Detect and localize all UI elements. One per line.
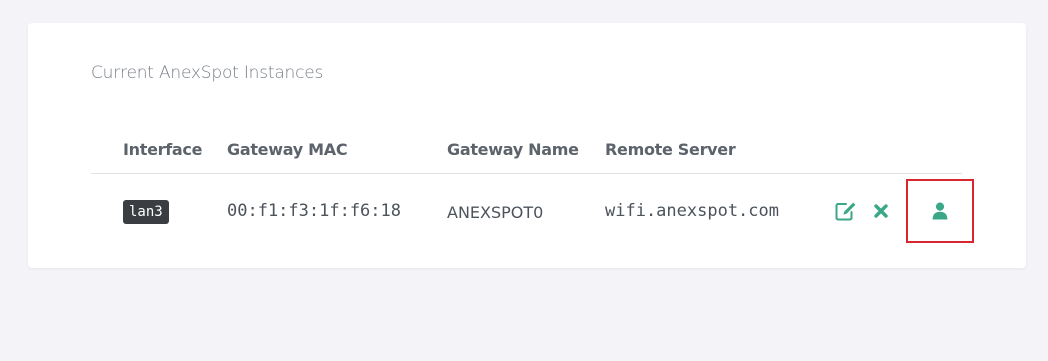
column-header-gateway-mac: Gateway MAC	[227, 140, 348, 159]
column-header-remote-server: Remote Server	[605, 140, 736, 159]
instances-panel: Current AnexSpot Instances Interface Gat…	[28, 23, 1026, 268]
header-divider	[91, 173, 962, 174]
interface-badge: lan3	[123, 200, 169, 224]
user-icon[interactable]	[930, 200, 950, 222]
column-header-gateway-name: Gateway Name	[447, 140, 579, 159]
highlight-frame	[906, 179, 974, 243]
gateway-name-cell: ANEXSPOT0	[447, 203, 544, 222]
panel-title: Current AnexSpot Instances	[91, 63, 324, 83]
delete-icon[interactable]	[870, 199, 892, 223]
edit-icon[interactable]	[834, 199, 858, 223]
gateway-mac-cell: 00:f1:f3:1f:f6:18	[227, 201, 401, 221]
column-header-interface: Interface	[123, 140, 203, 159]
remote-server-cell: wifi.anexspot.com	[605, 201, 779, 221]
